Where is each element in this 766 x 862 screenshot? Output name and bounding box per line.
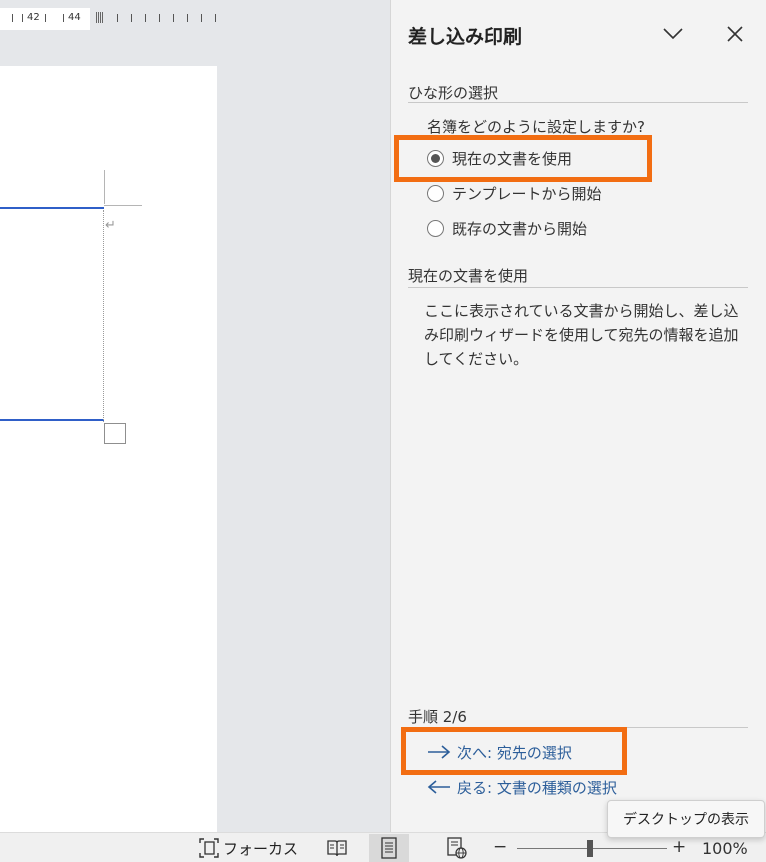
print-layout-button[interactable] bbox=[369, 834, 409, 862]
ruler-tick bbox=[45, 14, 46, 22]
radio-unselected[interactable] bbox=[427, 184, 444, 202]
template-section-heading: ひな形の選択 bbox=[408, 84, 499, 102]
focus-label: フォーカス bbox=[223, 839, 299, 858]
option-start-from-template[interactable]: テンプレートから開始 bbox=[427, 181, 602, 205]
ruler-tick bbox=[131, 14, 132, 22]
zoom-in-button[interactable]: + bbox=[672, 837, 686, 857]
page-icon bbox=[381, 837, 397, 859]
tooltip: デスクトップの表示 bbox=[607, 800, 765, 838]
option-label: 既存の文書から開始 bbox=[452, 219, 588, 238]
section-divider bbox=[408, 287, 748, 288]
previous-step-link[interactable]: 戻る: 文書の種類の選択 bbox=[427, 775, 617, 799]
ruler-tick bbox=[173, 14, 174, 22]
chevron-down-icon bbox=[663, 28, 683, 40]
close-icon bbox=[727, 26, 743, 42]
option-start-from-existing[interactable]: 既存の文書から開始 bbox=[427, 216, 587, 240]
document-canvas[interactable]: 42 44 ↵ bbox=[0, 0, 390, 832]
focus-icon bbox=[199, 838, 219, 858]
document-page[interactable] bbox=[0, 66, 217, 832]
book-icon bbox=[327, 840, 347, 857]
option-label: テンプレートから開始 bbox=[452, 184, 602, 203]
ruler-tick bbox=[12, 14, 13, 22]
horizontal-ruler[interactable]: 42 44 bbox=[0, 0, 390, 34]
radio-unselected[interactable] bbox=[427, 219, 444, 237]
table-border-bottom bbox=[0, 419, 104, 421]
zoom-level[interactable]: 100% bbox=[702, 839, 748, 858]
ruler-tick bbox=[159, 14, 160, 22]
zoom-slider-thumb[interactable] bbox=[587, 840, 593, 857]
ruler-tick bbox=[145, 14, 146, 22]
ruler-number: 44 bbox=[68, 12, 81, 23]
section-divider bbox=[408, 102, 748, 103]
pane-options-button[interactable] bbox=[659, 20, 687, 48]
focus-mode-button[interactable]: フォーカス bbox=[198, 836, 298, 860]
zoom-out-button[interactable]: − bbox=[493, 837, 507, 857]
mail-merge-pane: 差し込み印刷 ひな形の選択 名簿をどのように設定しますか? 現在の文書を使用 テ… bbox=[390, 0, 766, 832]
close-pane-button[interactable] bbox=[721, 20, 749, 48]
paragraph-mark-icon: ↵ bbox=[105, 218, 116, 233]
ruler-tick bbox=[215, 14, 216, 22]
arrow-left-icon bbox=[427, 780, 450, 794]
highlight-box bbox=[401, 727, 627, 775]
ruler-tick bbox=[63, 14, 64, 22]
pane-title: 差し込み印刷 bbox=[408, 26, 523, 48]
table-resize-handle[interactable] bbox=[104, 423, 126, 444]
crop-mark-horizontal bbox=[104, 205, 142, 206]
crop-mark-vertical bbox=[104, 170, 105, 204]
description-heading: 現在の文書を使用 bbox=[408, 267, 529, 285]
ruler-tick bbox=[187, 14, 188, 22]
table-gridline bbox=[103, 210, 104, 422]
setup-question: 名簿をどのように設定しますか? bbox=[427, 118, 645, 136]
ruler-tick bbox=[117, 14, 118, 22]
ruler-margin-marker[interactable] bbox=[96, 12, 104, 23]
web-layout-button[interactable] bbox=[437, 834, 477, 862]
highlight-box bbox=[394, 135, 652, 182]
step-indicator: 手順 2/6 bbox=[408, 708, 467, 726]
table-border-top bbox=[0, 207, 104, 209]
previous-step-label: 戻る: 文書の種類の選択 bbox=[457, 778, 617, 797]
ruler-number: 42 bbox=[27, 12, 40, 23]
description-text: ここに表示されている文書から開始し、差し込み印刷ウィザードを使用して宛先の情報を… bbox=[424, 302, 739, 368]
ruler-tick bbox=[22, 14, 23, 22]
ruler-tick bbox=[201, 14, 202, 22]
web-layout-icon bbox=[447, 837, 467, 859]
read-mode-button[interactable] bbox=[317, 834, 357, 862]
